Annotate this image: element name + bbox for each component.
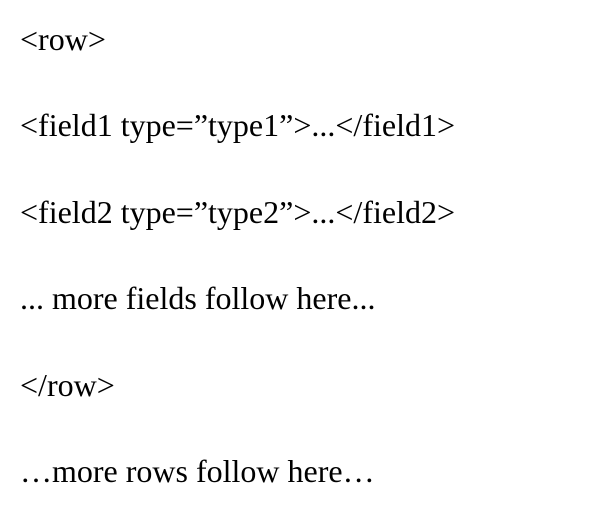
code-line-1: <row>	[20, 20, 576, 58]
code-line-2: <field1 type=”type1”>...</field1>	[20, 106, 576, 144]
code-line-6: …more rows follow here…	[20, 452, 576, 490]
code-line-3: <field2 type=”type2”>...</field2>	[20, 193, 576, 231]
code-line-5: </row>	[20, 366, 576, 404]
code-line-4: ... more fields follow here...	[20, 279, 576, 317]
